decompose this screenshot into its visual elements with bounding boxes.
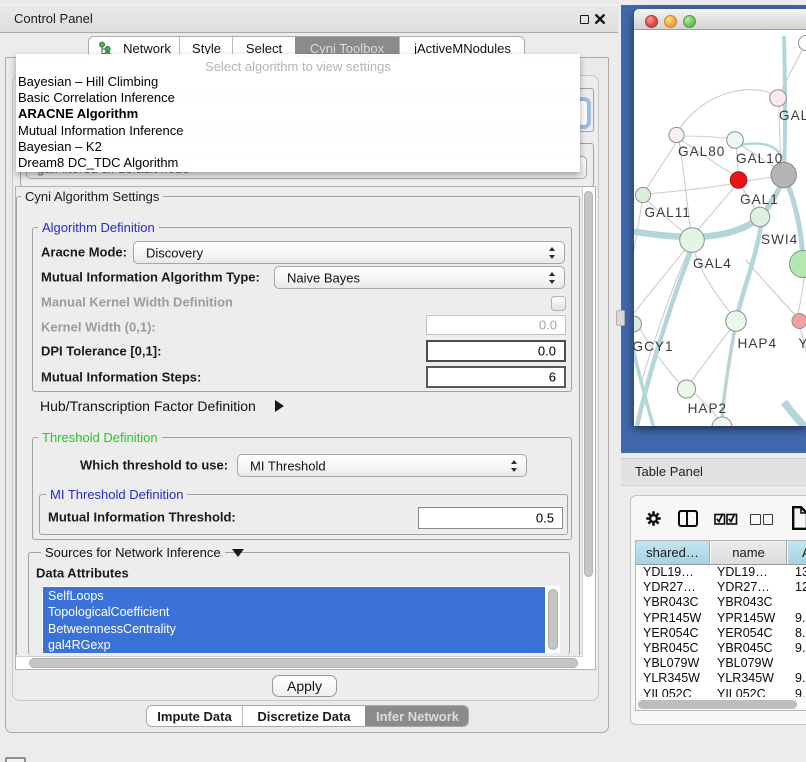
svg-text:GCY1: GCY1 (634, 339, 674, 354)
svg-text:SWI4: SWI4 (761, 232, 798, 247)
svg-text:GAL4: GAL4 (693, 256, 732, 271)
svg-text:HAP4: HAP4 (738, 336, 778, 351)
svg-text:GAL80: GAL80 (678, 144, 725, 159)
svg-text:GAL1: GAL1 (740, 192, 779, 207)
svg-text:YJR: YJR (798, 336, 806, 351)
svg-text:GAL11: GAL11 (645, 205, 691, 220)
svg-text:GAL10: GAL10 (736, 151, 783, 166)
svg-text:GAL2: GAL2 (779, 108, 806, 123)
svg-text:HAP2: HAP2 (688, 401, 728, 416)
